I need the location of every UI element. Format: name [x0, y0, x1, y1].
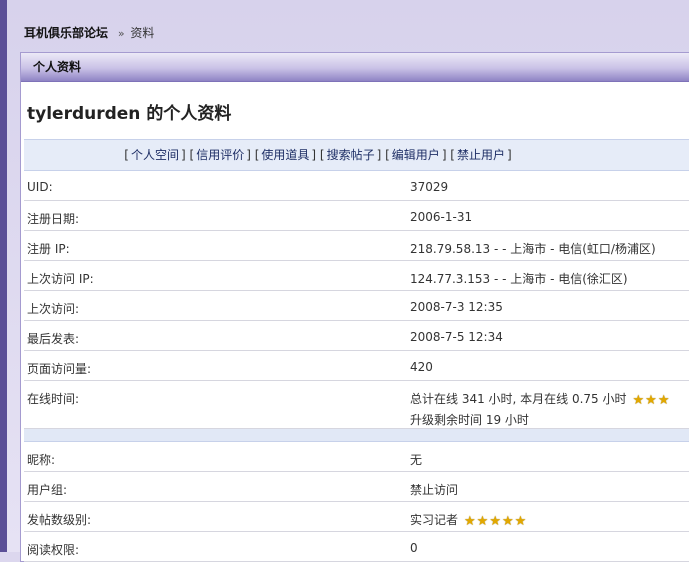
action-personal-space[interactable]: 个人空间 — [131, 148, 179, 162]
post-rank-cell: 实习记者 ★★★★★ — [410, 501, 689, 532]
left-accent-bar — [0, 0, 7, 552]
action-edit-user[interactable]: 编辑用户 — [392, 148, 440, 162]
read-permission-label: 阅读权限: — [24, 531, 410, 562]
table-row: 最后发表: 2008-7-5 12:34 — [24, 320, 689, 351]
reg-date-value: 2006-1-31 — [410, 200, 689, 231]
table-row: 上次访问: 2008-7-3 12:35 — [24, 290, 689, 321]
page: 耳机俱乐部论坛 » 资料 个人资料 tylerdurden 的个人资料 [个人空… — [7, 0, 689, 562]
table-row: 页面访问量: 420 — [24, 350, 689, 381]
read-permission-value: 0 — [410, 531, 689, 562]
last-post-value: 2008-7-5 12:34 — [410, 320, 689, 351]
online-time-value: 总计在线 341 小时, 本月在线 0.75 小时 ★★★ 升级剩余时间 19 小… — [410, 380, 689, 429]
reg-date-label: 注册日期: — [24, 200, 410, 231]
table-row: 阅读权限: 0 — [24, 531, 689, 562]
profile-panel: 个人资料 tylerdurden 的个人资料 [个人空间] [信用评价] [使用… — [20, 52, 689, 562]
user-group-value: 禁止访问 — [410, 471, 689, 502]
online-stars: ★★★ — [633, 393, 671, 408]
post-rank-label: 发帖数级别: — [24, 501, 410, 532]
action-use-item[interactable]: 使用道具 — [261, 148, 309, 162]
uid-value: 37029 — [410, 171, 689, 201]
action-search-posts[interactable]: 搜索帖子 — [327, 148, 375, 162]
online-time-label: 在线时间: — [24, 380, 410, 429]
panel-header: 个人资料 — [21, 53, 689, 82]
upgrade-remaining: 升级剩余时间 19 小时 — [410, 413, 529, 427]
section-divider — [24, 428, 689, 442]
uid-label: UID: — [24, 171, 410, 201]
reg-ip-label: 注册 IP: — [24, 230, 410, 261]
breadcrumb-forum-link[interactable]: 耳机俱乐部论坛 — [24, 26, 108, 40]
star-icon: ★ — [514, 514, 527, 529]
star-icon: ★ — [464, 514, 476, 529]
last-ip-label: 上次访问 IP: — [24, 260, 410, 291]
star-icon: ★ — [501, 514, 514, 529]
rank-stars: ★★★★★ — [464, 514, 527, 529]
action-bar: [个人空间] [信用评价] [使用道具] [搜索帖子] [编辑用户] [禁止用户… — [24, 139, 689, 171]
online-time-total: 总计在线 341 小时, 本月在线 0.75 小时 — [410, 392, 627, 406]
table-row: 用户组: 禁止访问 — [24, 471, 689, 502]
last-visit-label: 上次访问: — [24, 290, 410, 321]
reg-ip-value: 218.79.58.13 - - 上海市 - 电信(虹口/杨浦区) — [410, 230, 689, 261]
breadcrumb: 耳机俱乐部论坛 » 资料 — [24, 24, 154, 41]
profile-table: UID: 37029 注册日期: 2006-1-31 注册 IP: 218.79… — [24, 171, 689, 562]
breadcrumb-current: 资料 — [130, 26, 155, 40]
table-row: 发帖数级别: 实习记者 ★★★★★ — [24, 501, 689, 532]
nickname-label: 昵称: — [24, 441, 410, 472]
page-views-label: 页面访问量: — [24, 350, 410, 381]
table-row: 上次访问 IP: 124.77.3.153 - - 上海市 - 电信(徐汇区) — [24, 260, 689, 291]
page-views-value: 420 — [410, 350, 689, 381]
star-icon: ★ — [645, 393, 657, 408]
nickname-value: 无 — [410, 441, 689, 472]
page-title: tylerdurden 的个人资料 — [27, 104, 232, 124]
post-rank-value: 实习记者 — [410, 513, 459, 527]
table-row: 注册日期: 2006-1-31 — [24, 200, 689, 231]
action-ban-user[interactable]: 禁止用户 — [457, 148, 505, 162]
table-row: 昵称: 无 — [24, 441, 689, 472]
table-row: 在线时间: 总计在线 341 小时, 本月在线 0.75 小时 ★★★ 升级剩余时… — [24, 380, 689, 429]
table-row: 注册 IP: 218.79.58.13 - - 上海市 - 电信(虹口/杨浦区) — [24, 230, 689, 261]
star-icon: ★ — [476, 514, 489, 529]
table-row: UID: 37029 — [24, 171, 689, 201]
last-visit-value: 2008-7-3 12:35 — [410, 290, 689, 321]
last-post-label: 最后发表: — [24, 320, 410, 351]
star-icon: ★ — [657, 393, 670, 408]
star-icon: ★ — [489, 514, 501, 529]
star-icon: ★ — [632, 393, 645, 408]
action-credit-rating[interactable]: 信用评价 — [196, 148, 244, 162]
breadcrumb-separator: » — [117, 27, 125, 40]
last-ip-value: 124.77.3.153 - - 上海市 - 电信(徐汇区) — [410, 260, 689, 291]
user-group-label: 用户组: — [24, 471, 410, 502]
